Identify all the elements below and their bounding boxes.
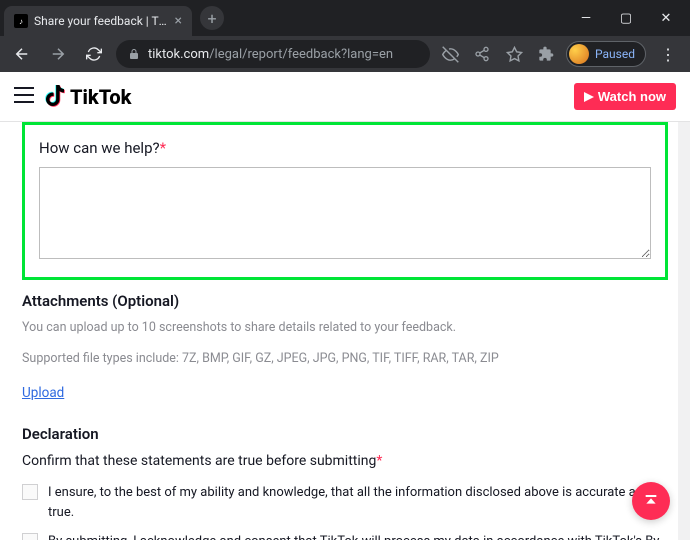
url-text: tiktok.com/legal/report/feedback?lang=en — [148, 47, 393, 62]
tab-title: Share your feedback | TikTok — [34, 14, 169, 28]
browser-tab[interactable]: ♪ Share your feedback | TikTok × — [4, 6, 192, 36]
window-minimize-button[interactable]: — — [566, 11, 606, 26]
scroll-top-fab[interactable] — [632, 482, 670, 520]
upload-hint: You can upload up to 10 screenshots to s… — [22, 320, 668, 335]
help-textarea[interactable] — [39, 167, 651, 259]
checkbox-2[interactable] — [22, 533, 38, 540]
app-header: TikTok Watch now — [0, 72, 690, 122]
eye-off-icon[interactable] — [438, 42, 462, 66]
brand-logo[interactable]: TikTok — [44, 85, 131, 109]
tab-close-icon[interactable]: × — [175, 13, 182, 29]
profile-chip[interactable]: Paused — [566, 41, 646, 67]
tab-favicon-icon: ♪ — [14, 14, 28, 28]
declaration-heading: Declaration — [22, 425, 668, 443]
browser-tabstrip: ♪ Share your feedback | TikTok × + — ▢ ✕ — [0, 0, 690, 36]
tiktok-note-icon — [44, 85, 66, 109]
attachments-heading: Attachments (Optional) — [22, 292, 668, 310]
help-label: How can we help?* — [39, 139, 651, 157]
form-content: How can we help?* Attachments (Optional)… — [0, 122, 690, 540]
window-close-button[interactable]: ✕ — [646, 11, 686, 26]
play-icon — [584, 92, 594, 102]
menu-button[interactable] — [14, 87, 34, 107]
arrow-top-icon — [643, 493, 659, 509]
new-tab-button[interactable]: + — [200, 6, 224, 30]
help-section-highlight: How can we help?* — [22, 122, 668, 280]
bookmark-star-icon[interactable] — [502, 42, 526, 66]
checkbox-1-label: I ensure, to the best of my ability and … — [48, 483, 668, 522]
upload-link[interactable]: Upload — [22, 385, 64, 401]
address-bar[interactable]: tiktok.com/legal/report/feedback?lang=en — [116, 40, 430, 68]
avatar-icon — [569, 44, 589, 64]
checkbox-1[interactable] — [22, 484, 38, 500]
browser-toolbar: tiktok.com/legal/report/feedback?lang=en… — [0, 36, 690, 72]
back-button[interactable] — [8, 40, 36, 68]
extensions-icon[interactable] — [534, 42, 558, 66]
forward-button[interactable] — [44, 40, 72, 68]
watch-now-label: Watch now — [598, 89, 666, 104]
window-maximize-button[interactable]: ▢ — [606, 11, 646, 26]
share-icon[interactable] — [470, 42, 494, 66]
declaration-check-2: By submitting, I acknowledge and consent… — [22, 532, 668, 540]
declaration-check-1: I ensure, to the best of my ability and … — [22, 483, 668, 522]
reload-button[interactable] — [80, 40, 108, 68]
checkbox-2-label: By submitting, I acknowledge and consent… — [48, 532, 668, 540]
filetypes-hint: Supported file types include: 7Z, BMP, G… — [22, 351, 668, 366]
scrollbar-track[interactable] — [678, 122, 690, 540]
profile-status: Paused — [595, 47, 635, 61]
declaration-subheading: Confirm that these statements are true b… — [22, 453, 668, 469]
page-viewport: TikTok Watch now How can we help?* Attac… — [0, 72, 690, 540]
watch-now-button[interactable]: Watch now — [574, 83, 676, 110]
lock-icon — [128, 48, 140, 60]
brand-text: TikTok — [70, 85, 131, 109]
browser-menu-button[interactable]: ⋮ — [654, 45, 682, 64]
